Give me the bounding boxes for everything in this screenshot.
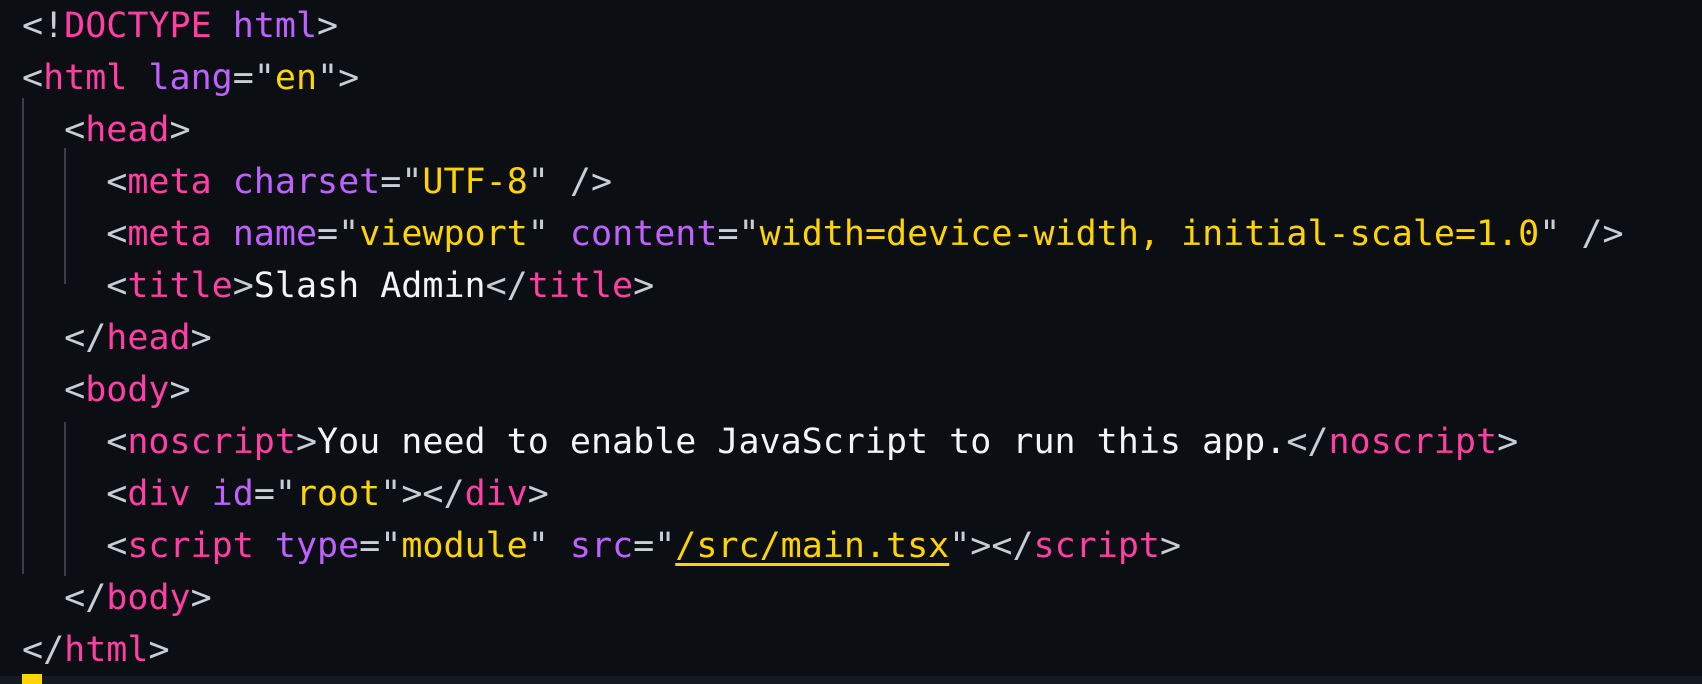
code-token: <! <box>22 6 65 46</box>
code-token: root <box>295 474 381 514</box>
code-token: < <box>22 110 86 150</box>
code-token: > <box>317 6 339 46</box>
code-token: name <box>232 214 318 254</box>
code-token: div <box>464 474 528 514</box>
code-token: =" <box>633 526 676 566</box>
text-cursor <box>22 674 42 684</box>
code-line[interactable]: <!DOCTYPE html> <box>22 0 1692 52</box>
code-token: viewport <box>359 214 528 254</box>
code-token: en <box>274 58 318 98</box>
code-line[interactable]: <div id="root"></div> <box>22 468 1692 520</box>
code-token: meta <box>127 162 212 202</box>
code-token: title <box>527 266 634 306</box>
code-token: html <box>64 630 149 670</box>
code-line[interactable]: <body> <box>22 364 1692 416</box>
code-token: noscript <box>1328 422 1498 462</box>
code-token: </ <box>22 630 65 670</box>
code-editor[interactable]: <!DOCTYPE html> <html lang="en"> <head> <… <box>0 0 1702 684</box>
code-token: > <box>232 266 254 306</box>
code-token: =" <box>253 474 296 514</box>
code-token: div <box>127 474 191 514</box>
code-token: < <box>22 370 86 410</box>
code-line[interactable]: </head> <box>22 312 1692 364</box>
code-token: " <box>527 526 570 566</box>
code-line[interactable]: <head> <box>22 104 1692 156</box>
code-token: lang <box>148 58 233 98</box>
code-token: =" <box>317 214 360 254</box>
code-token: script <box>127 526 254 566</box>
code-token: id <box>211 474 254 514</box>
code-token: DOCTYPE <box>64 6 212 46</box>
code-token: " /> <box>1539 214 1624 254</box>
code-token: > <box>169 370 191 410</box>
code-token: script <box>1033 526 1160 566</box>
code-token: < <box>22 422 128 462</box>
code-line[interactable]: <html lang="en"> <box>22 52 1692 104</box>
code-token: UTF-8 <box>422 162 528 202</box>
code-token: < <box>22 162 128 202</box>
code-token: title <box>127 266 233 306</box>
code-token: Slash Admin <box>253 266 486 306</box>
code-line[interactable]: <meta name="viewport" content="width=dev… <box>22 208 1692 260</box>
code-token: "> <box>317 58 360 98</box>
code-token: > <box>148 630 170 670</box>
code-token: =" <box>380 162 423 202</box>
code-token: content <box>569 214 718 254</box>
code-token: </ <box>22 578 107 618</box>
editor-bottom-bar <box>0 676 1702 684</box>
code-token: width=device-width, initial-scale=1.0 <box>759 214 1540 254</box>
code-token: > <box>169 110 191 150</box>
code-token: =" <box>232 58 275 98</box>
code-token: " <box>527 214 570 254</box>
code-token: > <box>1159 526 1182 566</box>
code-token: > <box>1497 422 1519 462</box>
code-token: < <box>22 266 128 306</box>
code-token: < <box>22 58 44 98</box>
code-token: src <box>569 526 634 566</box>
code-token: head <box>85 110 170 150</box>
code-token: " /> <box>527 162 613 202</box>
code-token: > <box>295 422 318 462</box>
code-token: body <box>85 370 170 410</box>
code-token: body <box>106 578 191 618</box>
code-token: > <box>633 266 655 306</box>
code-token: module <box>401 526 528 566</box>
code-token: < <box>22 526 128 566</box>
code-token: < <box>22 474 128 514</box>
code-token: =" <box>359 526 402 566</box>
code-token: =" <box>717 214 760 254</box>
code-token: html <box>232 6 318 46</box>
code-line[interactable]: <noscript>You need to enable JavaScript … <box>22 416 1692 468</box>
code-token: > <box>190 578 212 618</box>
code-line[interactable]: </body> <box>22 572 1692 624</box>
code-token: noscript <box>127 422 296 462</box>
code-token: < <box>22 214 128 254</box>
code-token: </ <box>485 266 528 306</box>
code-line[interactable]: </html> <box>22 624 1692 676</box>
code-token: head <box>106 318 191 358</box>
code-token: "></ <box>949 526 1034 566</box>
code-token: </ <box>22 318 107 358</box>
code-line[interactable]: <title>Slash Admin</title> <box>22 260 1692 312</box>
file-link[interactable]: /src/main.tsx <box>675 526 949 566</box>
code-lines[interactable]: <!DOCTYPE html> <html lang="en"> <head> <… <box>22 0 1692 676</box>
code-token: You need to enable JavaScript to run thi… <box>317 422 1287 462</box>
code-token: charset <box>232 162 381 202</box>
code-token: > <box>527 474 549 514</box>
code-line[interactable]: <meta charset="UTF-8" /> <box>22 156 1692 208</box>
code-line[interactable]: <script type="module" src="/src/main.tsx… <box>22 520 1692 572</box>
code-token: "></ <box>380 474 465 514</box>
code-token: </ <box>1286 422 1329 462</box>
code-token: meta <box>127 214 212 254</box>
code-token: html <box>43 58 128 98</box>
code-token: type <box>274 526 360 566</box>
code-token: > <box>190 318 212 358</box>
